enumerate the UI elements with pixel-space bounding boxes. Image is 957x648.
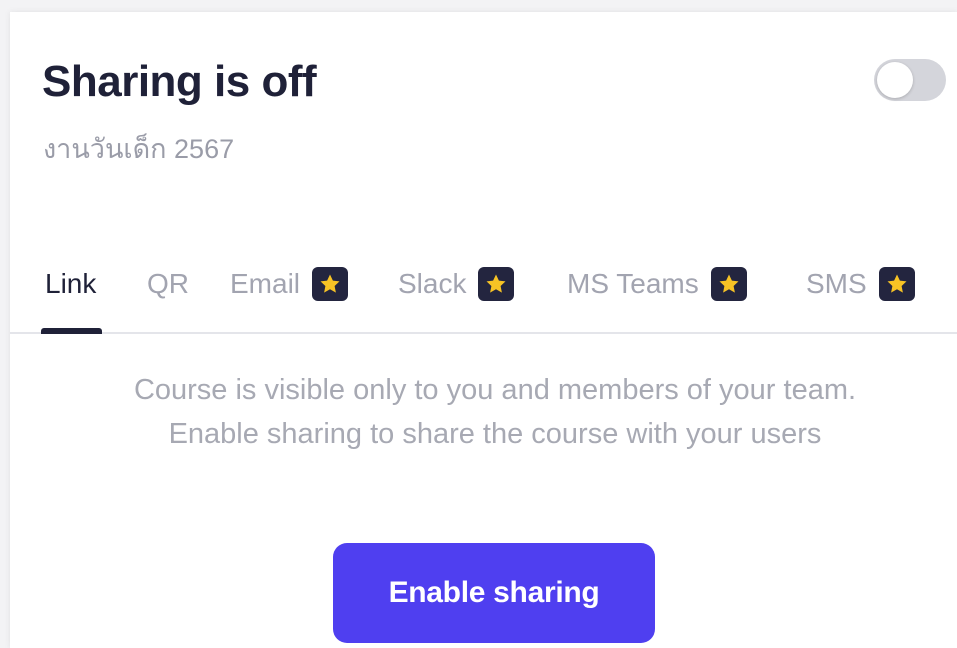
sharing-info-message: Course is visible only to you and member… [133,374,857,450]
tab-qr[interactable]: QR [147,266,189,326]
tab-ms-teams[interactable]: MS Teams [567,266,747,326]
tab-label: QR [147,268,189,299]
tab-link[interactable]: Link [40,266,103,334]
star-icon [710,267,747,301]
tab-slack[interactable]: Slack [398,266,515,326]
sharing-toggle[interactable] [874,59,946,101]
toggle-knob [877,62,913,98]
enable-sharing-button[interactable]: Enable sharing [333,543,655,643]
tab-label: MS Teams [567,268,699,299]
tab-label: Link [45,268,97,299]
star-icon [878,267,915,301]
tab-label: SMS [806,268,867,299]
tab-label: Email [230,268,301,299]
tab-sms[interactable]: SMS [806,266,915,326]
star-icon [312,267,349,301]
tab-email[interactable]: Email [230,266,349,326]
star-icon [478,267,515,301]
page-title: Sharing is off [42,57,317,106]
course-name: งานวันเด็ก 2567 [43,134,235,164]
share-tabs: Link QR Email Slack MS Teams SMS [10,252,957,334]
tab-label: Slack [398,268,467,299]
sharing-panel: Sharing is off งานวันเด็ก 2567 Link QR E… [10,12,957,648]
